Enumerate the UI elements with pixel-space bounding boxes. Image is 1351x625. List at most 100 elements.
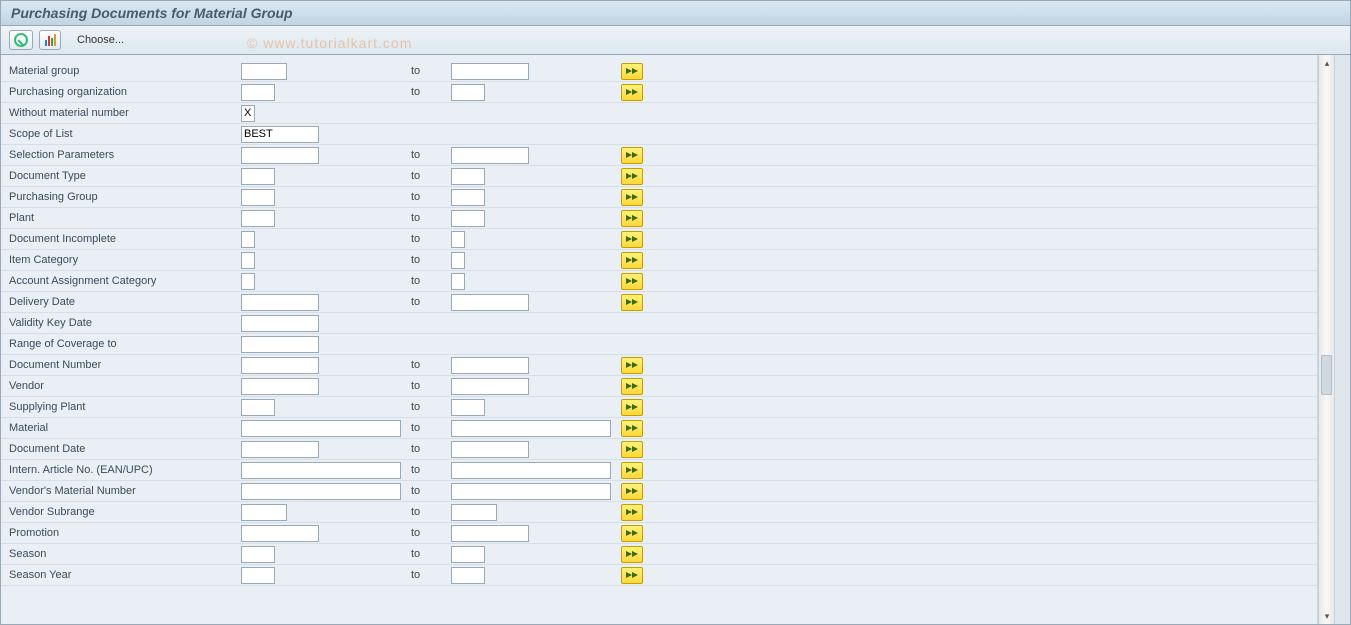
input-from-season[interactable] bbox=[241, 546, 275, 563]
input-from-ean-upc[interactable] bbox=[241, 462, 401, 479]
label-purch-org: Purchasing organization bbox=[1, 86, 241, 98]
input-from-material[interactable] bbox=[241, 420, 401, 437]
input-from-season-year[interactable] bbox=[241, 567, 275, 584]
outer-vertical-scrollbar[interactable] bbox=[1334, 55, 1350, 624]
multiple-selection-button-selection-params[interactable] bbox=[621, 147, 643, 164]
input-from-doc-incomplete[interactable] bbox=[241, 231, 255, 248]
to-label: to bbox=[411, 65, 451, 77]
selection-row-range-coverage-to: Range of Coverage to bbox=[1, 334, 1317, 355]
selection-row-acct-assign-cat: Account Assignment Categoryto bbox=[1, 271, 1317, 292]
to-label: to bbox=[411, 149, 451, 161]
input-from-item-category[interactable] bbox=[241, 252, 255, 269]
multiple-selection-button-doc-number[interactable] bbox=[621, 357, 643, 374]
selection-row-doc-number: Document Numberto bbox=[1, 355, 1317, 376]
inner-vertical-scrollbar[interactable]: ▴ ▾ bbox=[1318, 55, 1334, 624]
variants-button[interactable] bbox=[39, 30, 61, 50]
choose-label[interactable]: Choose... bbox=[67, 34, 134, 46]
label-selection-params: Selection Parameters bbox=[1, 149, 241, 161]
input-from-scope-of-list[interactable] bbox=[241, 126, 319, 143]
to-label: to bbox=[411, 212, 451, 224]
input-from-purch-org[interactable] bbox=[241, 84, 275, 101]
input-from-promotion[interactable] bbox=[241, 525, 319, 542]
input-to-promotion[interactable] bbox=[451, 525, 529, 542]
selection-row-delivery-date: Delivery Dateto bbox=[1, 292, 1317, 313]
multiple-selection-button-purch-group[interactable] bbox=[621, 189, 643, 206]
input-from-vendor-mat-no[interactable] bbox=[241, 483, 401, 500]
input-from-validity-key-date[interactable] bbox=[241, 315, 319, 332]
input-from-vendor-subrange[interactable] bbox=[241, 504, 287, 521]
label-material-group: Material group bbox=[1, 65, 241, 77]
to-label: to bbox=[411, 569, 451, 581]
scroll-thumb[interactable] bbox=[1321, 355, 1332, 395]
multiple-selection-button-vendor-mat-no[interactable] bbox=[621, 483, 643, 500]
input-from-supplying-plant[interactable] bbox=[241, 399, 275, 416]
input-to-supplying-plant[interactable] bbox=[451, 399, 485, 416]
form-scroll-area: Material grouptoPurchasing organizationt… bbox=[1, 55, 1318, 624]
input-to-delivery-date[interactable] bbox=[451, 294, 529, 311]
selection-row-material-group: Material group to bbox=[1, 61, 1317, 82]
label-validity-key-date: Validity Key Date bbox=[1, 317, 241, 329]
scroll-up-icon[interactable]: ▴ bbox=[1321, 57, 1333, 69]
input-to-material-group[interactable] bbox=[451, 63, 529, 80]
multiple-selection-button-season-year[interactable] bbox=[621, 567, 643, 584]
to-label: to bbox=[411, 506, 451, 518]
input-from-doc-date[interactable] bbox=[241, 441, 319, 458]
multiple-selection-button-season[interactable] bbox=[621, 546, 643, 563]
input-to-plant[interactable] bbox=[451, 210, 485, 227]
selection-row-promotion: Promotionto bbox=[1, 523, 1317, 544]
label-supplying-plant: Supplying Plant bbox=[1, 401, 241, 413]
selection-row-purch-org: Purchasing organizationto bbox=[1, 82, 1317, 103]
multiple-selection-button-purch-org[interactable] bbox=[621, 84, 643, 101]
input-from-doc-number[interactable] bbox=[241, 357, 319, 374]
multiple-selection-button-doc-type[interactable] bbox=[621, 168, 643, 185]
multiple-selection-button-ean-upc[interactable] bbox=[621, 462, 643, 479]
execute-button[interactable] bbox=[9, 30, 33, 50]
input-from-range-coverage-to[interactable] bbox=[241, 336, 319, 353]
input-to-doc-incomplete[interactable] bbox=[451, 231, 465, 248]
input-to-ean-upc[interactable] bbox=[451, 462, 611, 479]
multiple-selection-button-vendor-subrange[interactable] bbox=[621, 504, 643, 521]
input-to-item-category[interactable] bbox=[451, 252, 465, 269]
multiple-selection-button-acct-assign-cat[interactable] bbox=[621, 273, 643, 290]
multiple-selection-button-plant[interactable] bbox=[621, 210, 643, 227]
input-to-material[interactable] bbox=[451, 420, 611, 437]
label-vendor-subrange: Vendor Subrange bbox=[1, 506, 241, 518]
input-from-vendor[interactable] bbox=[241, 378, 319, 395]
input-to-doc-number[interactable] bbox=[451, 357, 529, 374]
multiple-selection-button-vendor[interactable] bbox=[621, 378, 643, 395]
input-from-without-mat-no[interactable] bbox=[241, 105, 255, 122]
multiple-selection-button-material-group[interactable] bbox=[621, 63, 643, 80]
input-from-selection-params[interactable] bbox=[241, 147, 319, 164]
input-to-season[interactable] bbox=[451, 546, 485, 563]
input-to-season-year[interactable] bbox=[451, 567, 485, 584]
input-from-doc-type[interactable] bbox=[241, 168, 275, 185]
scroll-down-icon[interactable]: ▾ bbox=[1321, 610, 1333, 622]
input-from-plant[interactable] bbox=[241, 210, 275, 227]
to-label: to bbox=[411, 527, 451, 539]
input-to-vendor-mat-no[interactable] bbox=[451, 483, 611, 500]
label-item-category: Item Category bbox=[1, 254, 241, 266]
input-to-acct-assign-cat[interactable] bbox=[451, 273, 465, 290]
input-from-purch-group[interactable] bbox=[241, 189, 275, 206]
multiple-selection-button-delivery-date[interactable] bbox=[621, 294, 643, 311]
input-to-vendor[interactable] bbox=[451, 378, 529, 395]
input-to-selection-params[interactable] bbox=[451, 147, 529, 164]
multiple-selection-button-material[interactable] bbox=[621, 420, 643, 437]
multiple-selection-button-doc-incomplete[interactable] bbox=[621, 231, 643, 248]
input-to-doc-type[interactable] bbox=[451, 168, 485, 185]
multiple-selection-button-promotion[interactable] bbox=[621, 525, 643, 542]
input-from-material-group[interactable] bbox=[241, 63, 287, 80]
to-label: to bbox=[411, 401, 451, 413]
multiple-selection-button-supplying-plant[interactable] bbox=[621, 399, 643, 416]
input-to-purch-org[interactable] bbox=[451, 84, 485, 101]
multiple-selection-button-item-category[interactable] bbox=[621, 252, 643, 269]
input-from-acct-assign-cat[interactable] bbox=[241, 273, 255, 290]
selection-row-purch-group: Purchasing Groupto bbox=[1, 187, 1317, 208]
label-purch-group: Purchasing Group bbox=[1, 191, 241, 203]
input-from-delivery-date[interactable] bbox=[241, 294, 319, 311]
selection-row-material: Materialto bbox=[1, 418, 1317, 439]
input-to-vendor-subrange[interactable] bbox=[451, 504, 497, 521]
multiple-selection-button-doc-date[interactable] bbox=[621, 441, 643, 458]
input-to-doc-date[interactable] bbox=[451, 441, 529, 458]
input-to-purch-group[interactable] bbox=[451, 189, 485, 206]
